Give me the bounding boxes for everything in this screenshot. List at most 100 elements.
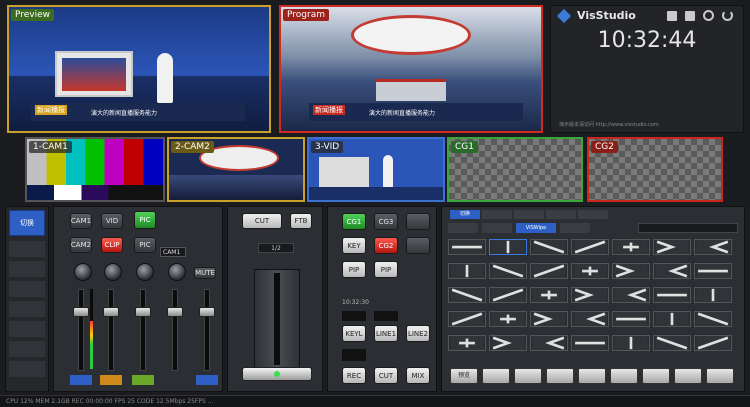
- transition-thumb[interactable]: [571, 287, 609, 303]
- transition-thumb[interactable]: [530, 311, 568, 327]
- key-cg2-button[interactable]: CG2: [374, 237, 398, 254]
- tab-5[interactable]: [9, 301, 45, 317]
- rec-button[interactable]: REC: [342, 367, 366, 384]
- source-cam1-button[interactable]: CAM1: [70, 213, 92, 229]
- ch1-label[interactable]: [70, 375, 92, 385]
- transition-thumb[interactable]: [612, 239, 650, 255]
- gain-knob-2[interactable]: [104, 263, 122, 281]
- library-tab-4[interactable]: [546, 210, 576, 219]
- key-cg1-button[interactable]: CG1: [342, 213, 366, 230]
- transition-thumb[interactable]: [489, 335, 527, 351]
- subtab-wipe[interactable]: VISWipe: [516, 223, 556, 233]
- preview-monitor[interactable]: 新闻播报 演大的新闻直播服务能力 Preview: [7, 5, 271, 133]
- transition-rate[interactable]: 1/2: [258, 243, 294, 253]
- tab-6[interactable]: [9, 321, 45, 337]
- key-slot3-button[interactable]: [406, 213, 430, 230]
- library-tab-3[interactable]: [514, 210, 544, 219]
- library-tab-5[interactable]: [578, 210, 608, 219]
- source-pic2-button[interactable]: PIC: [134, 237, 156, 253]
- tab-8[interactable]: [9, 361, 45, 377]
- ch5-label[interactable]: [196, 375, 218, 385]
- preview-toggle-button[interactable]: 预览: [450, 368, 478, 384]
- transition-thumb[interactable]: [448, 335, 486, 351]
- save-icon[interactable]: [667, 11, 677, 21]
- transition-thumb[interactable]: [530, 287, 568, 303]
- transition-thumb[interactable]: [694, 311, 732, 327]
- input-cam1[interactable]: 1-CAM1: [25, 137, 165, 202]
- transition-thumb[interactable]: [653, 239, 691, 255]
- subtab-2[interactable]: [482, 223, 512, 233]
- tab-2[interactable]: [9, 241, 45, 257]
- key-cg3-button[interactable]: CG3: [374, 213, 398, 230]
- fader-1[interactable]: [73, 307, 89, 317]
- key-slot6-button[interactable]: [406, 237, 430, 254]
- transition-thumb[interactable]: [653, 263, 691, 279]
- transition-thumb[interactable]: [448, 311, 486, 327]
- tab-switcher[interactable]: 切换: [9, 210, 45, 236]
- bottom-btn-5[interactable]: [578, 368, 606, 384]
- library-search[interactable]: [638, 223, 738, 233]
- source-pic-button[interactable]: PIC: [134, 211, 156, 229]
- gain-knob-4[interactable]: [168, 263, 186, 281]
- transition-thumb[interactable]: [694, 239, 732, 255]
- transition-thumb[interactable]: [571, 239, 609, 255]
- audio-source-select[interactable]: CAM1: [160, 247, 186, 257]
- bottom-btn-6[interactable]: [610, 368, 638, 384]
- transition-thumb[interactable]: [612, 311, 650, 327]
- cut2-button[interactable]: CUT: [374, 367, 398, 384]
- transition-thumb[interactable]: [571, 263, 609, 279]
- transition-thumb[interactable]: [448, 263, 486, 279]
- keyl-button[interactable]: KEYL: [342, 325, 366, 342]
- ftb-button[interactable]: FTB: [290, 213, 312, 229]
- fader-4[interactable]: [167, 307, 183, 317]
- transition-thumb[interactable]: [612, 335, 650, 351]
- line1-button[interactable]: LINE1: [374, 325, 398, 342]
- transition-thumb[interactable]: [489, 287, 527, 303]
- gain-knob-3[interactable]: [136, 263, 154, 281]
- input-cg1[interactable]: CG1: [447, 137, 583, 202]
- library-tab-active[interactable]: 切换: [450, 210, 480, 219]
- transition-thumb[interactable]: [530, 263, 568, 279]
- transition-thumb[interactable]: [612, 287, 650, 303]
- transition-thumb[interactable]: [448, 239, 486, 255]
- source-vid-button[interactable]: VID: [101, 213, 123, 229]
- transition-thumb[interactable]: [653, 287, 691, 303]
- mix-button[interactable]: MIX: [406, 367, 430, 384]
- transition-thumb[interactable]: [694, 263, 732, 279]
- settings-icon[interactable]: [703, 10, 714, 21]
- tab-4[interactable]: [9, 281, 45, 297]
- transition-thumb[interactable]: [694, 287, 732, 303]
- bottom-btn-9[interactable]: [706, 368, 734, 384]
- program-monitor[interactable]: 新闻播报 演大的新闻直播服务能力 Program: [279, 5, 543, 133]
- power-icon[interactable]: [722, 10, 733, 21]
- cut-button[interactable]: CUT: [242, 213, 282, 229]
- input-cg2[interactable]: CG2: [587, 137, 723, 202]
- transition-thumb[interactable]: [612, 263, 650, 279]
- transition-thumb[interactable]: [489, 239, 527, 255]
- transition-thumb[interactable]: [571, 311, 609, 327]
- transition-thumb[interactable]: [653, 335, 691, 351]
- transition-thumb[interactable]: [571, 335, 609, 351]
- bottom-btn-4[interactable]: [546, 368, 574, 384]
- fader-5[interactable]: [199, 307, 215, 317]
- tab-3[interactable]: [9, 261, 45, 277]
- subtab-1[interactable]: [448, 223, 478, 233]
- subtab-4[interactable]: [560, 223, 590, 233]
- bottom-btn-7[interactable]: [642, 368, 670, 384]
- bottom-btn-2[interactable]: [482, 368, 510, 384]
- library-tab-2[interactable]: [482, 210, 512, 219]
- key-pip2-button[interactable]: PIP: [374, 261, 398, 278]
- tab-7[interactable]: [9, 341, 45, 357]
- bottom-btn-8[interactable]: [674, 368, 702, 384]
- transition-thumb[interactable]: [694, 335, 732, 351]
- key-pip1-button[interactable]: PIP: [342, 261, 366, 278]
- transition-thumb[interactable]: [530, 239, 568, 255]
- source-clip-button[interactable]: CLIP: [101, 237, 123, 253]
- key-key-button[interactable]: KEY: [342, 237, 366, 254]
- fader-3[interactable]: [135, 307, 151, 317]
- input-cam2[interactable]: 2-CAM2: [167, 137, 305, 202]
- transition-thumb[interactable]: [653, 311, 691, 327]
- source-cam2-button[interactable]: CAM2: [70, 237, 92, 253]
- bottom-btn-3[interactable]: [514, 368, 542, 384]
- open-icon[interactable]: [685, 11, 695, 21]
